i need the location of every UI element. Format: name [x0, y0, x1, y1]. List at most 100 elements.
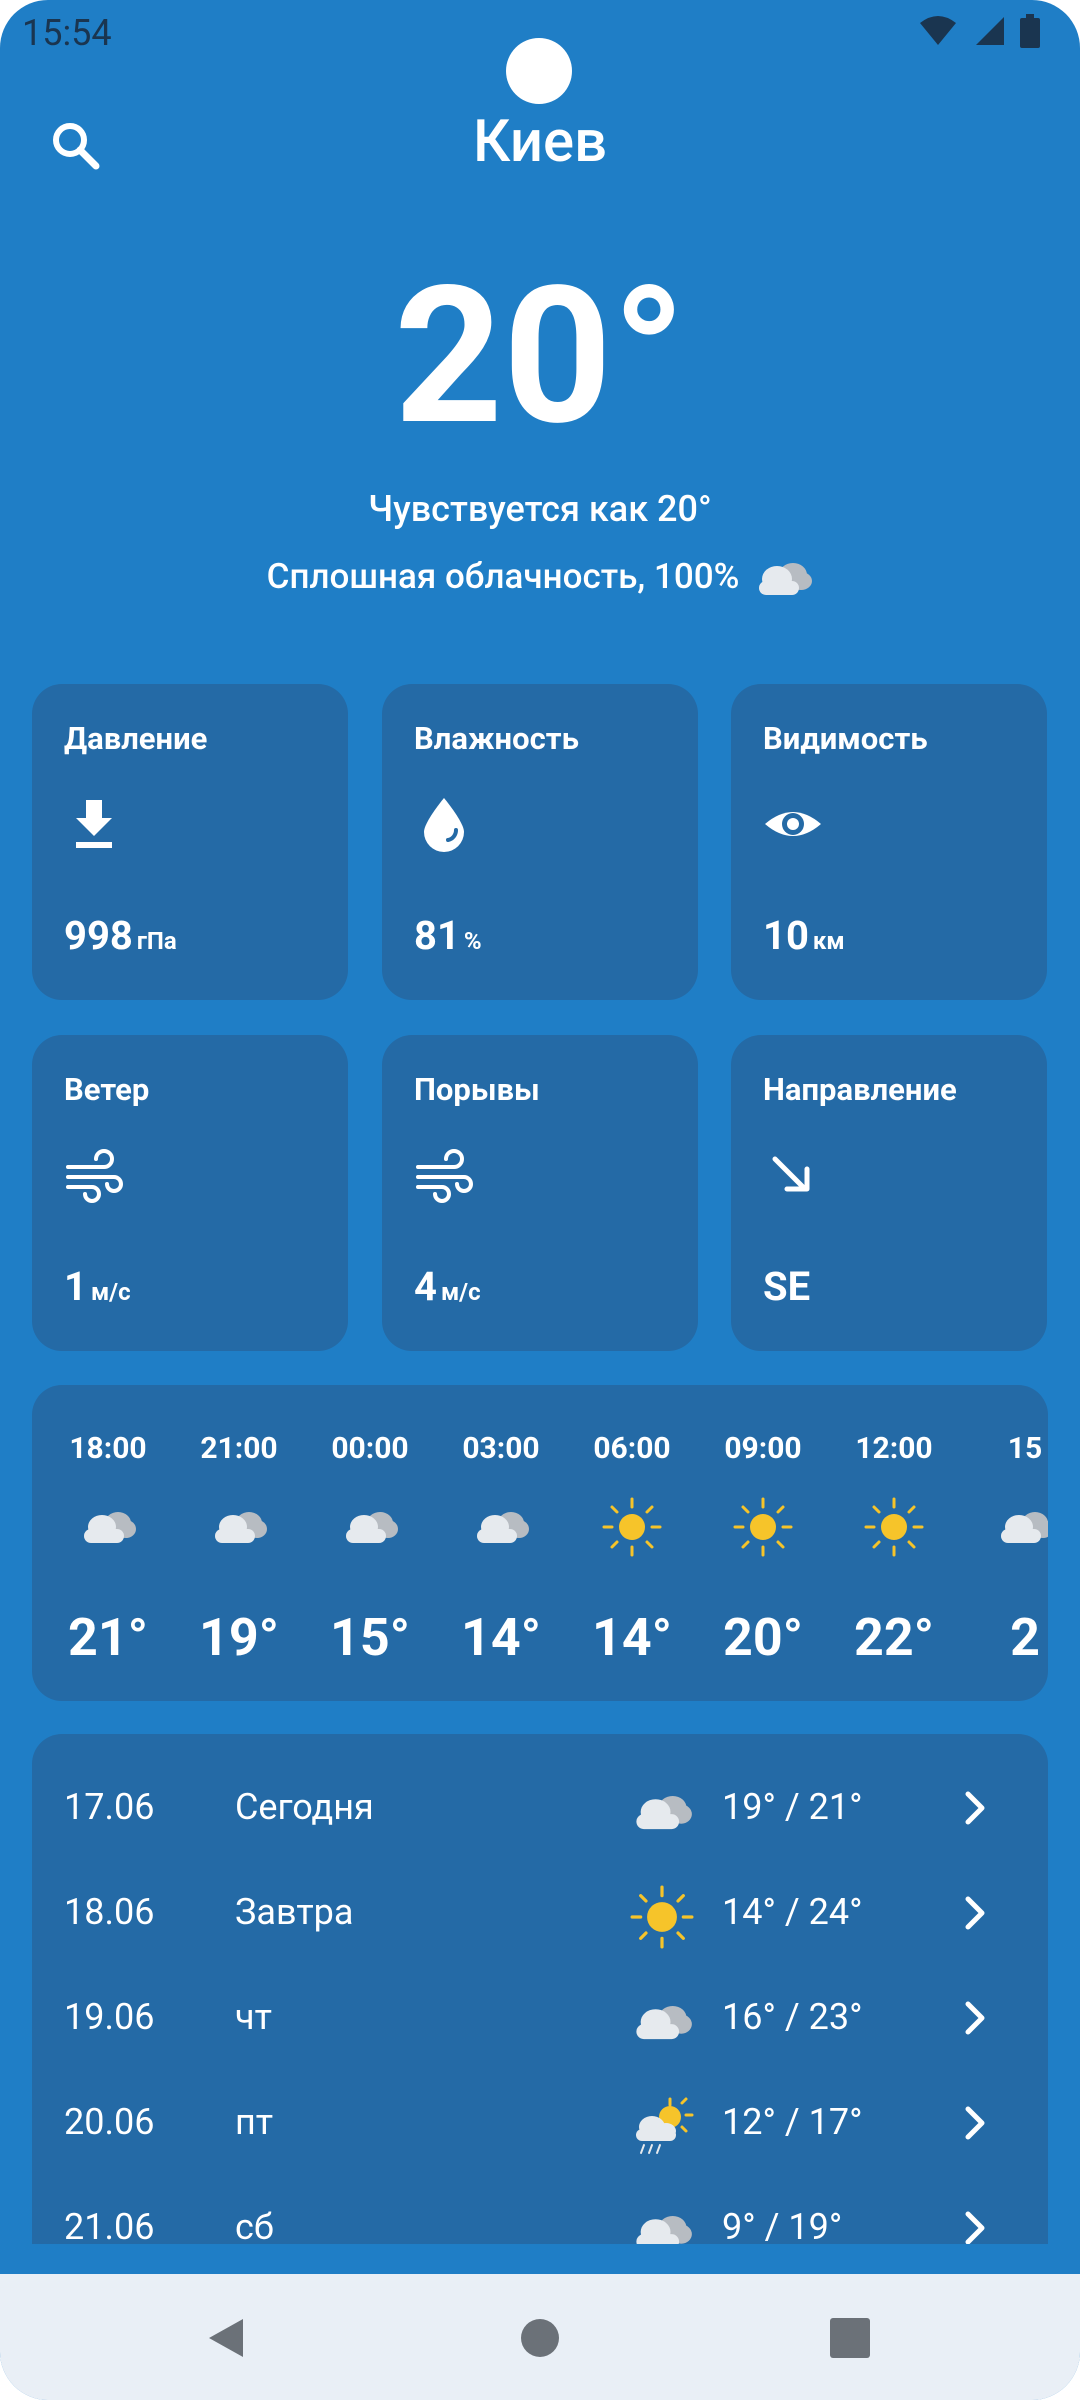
- day-temps: 16° / 23°: [722, 1996, 863, 2038]
- day-date: 21.06: [64, 2206, 155, 2244]
- current-temperature: 20°: [393, 246, 687, 468]
- hour-temp: 20°: [723, 1607, 803, 1668]
- cloudy-icon: [1001, 1512, 1048, 1543]
- feels-like: Чувствуется как 20°: [368, 488, 712, 530]
- card-gusts[interactable]: Порывы 4 м/с: [382, 1035, 698, 1351]
- chevron-right-icon[interactable]: [950, 1990, 1000, 2046]
- card-pressure[interactable]: Давление 998 гПа: [32, 684, 348, 1000]
- cloudy-icon: [636, 2216, 692, 2244]
- value-unit: м/с: [440, 1278, 481, 1306]
- weather-screen: 15:54 Киев 20° Чувствуется как 20° Сплош…: [0, 0, 1080, 2400]
- hour-time: 03:00: [462, 1431, 540, 1466]
- hour-temp: 2: [1010, 1607, 1040, 1668]
- hour-temp: 22°: [854, 1607, 934, 1668]
- card-value: 1 м/с: [64, 1263, 131, 1310]
- hourly-forecast[interactable]: 18:00 21° 21:00 19° 00:00 15° 03:00 14° …: [32, 1385, 1048, 1701]
- cloudy-icon: [636, 1796, 692, 1830]
- sunny-icon: [602, 1497, 662, 1557]
- pressure-icon: [76, 800, 112, 848]
- card-label: Видимость: [763, 720, 928, 757]
- nav-recents-button[interactable]: [820, 2308, 880, 2368]
- sun-rain-icon: [636, 2097, 694, 2154]
- sunny-icon: [630, 1885, 694, 1949]
- city-title: Киев: [472, 108, 608, 176]
- cloudy-icon: [84, 1512, 136, 1543]
- hour-time: 09:00: [724, 1431, 802, 1466]
- day-date: 17.06: [64, 1786, 155, 1828]
- hourly-item[interactable]: 12:00 22°: [834, 1385, 954, 1701]
- daily-row[interactable]: 21.06 сб 9° / 19°: [32, 2174, 1048, 2244]
- status-time: 15:54: [22, 12, 112, 54]
- hourly-item[interactable]: 09:00 20°: [703, 1385, 823, 1701]
- chevron-right-icon[interactable]: [950, 2200, 1000, 2244]
- daily-forecast[interactable]: 17.06 Сегодня 19° / 21° 18.06 Завтра 14°…: [32, 1734, 1048, 2244]
- card-value: 10 км: [763, 912, 845, 959]
- value-number: 10: [763, 912, 809, 959]
- card-label: Ветер: [64, 1071, 150, 1108]
- day-name: чт: [235, 1996, 272, 2038]
- navigation-bar: [0, 2274, 1080, 2400]
- hour-temp: 15°: [330, 1607, 410, 1668]
- home-icon: [521, 2319, 559, 2357]
- signal-icon: [976, 17, 1004, 45]
- day-name: Сегодня: [235, 1786, 374, 1828]
- chevron-right-icon[interactable]: [950, 1885, 1000, 1941]
- value-number: 81: [414, 912, 460, 959]
- day-temps: 12° / 17°: [722, 2101, 863, 2143]
- value-unit: м/с: [90, 1278, 131, 1306]
- card-value: SE: [763, 1263, 814, 1310]
- daily-row[interactable]: 20.06 пт 12° / 17°: [32, 2069, 1048, 2173]
- daily-row[interactable]: 18.06 Завтра 14° / 24°: [32, 1859, 1048, 1963]
- hour-temp: 14°: [592, 1607, 672, 1668]
- day-name: Завтра: [235, 1891, 354, 1933]
- value-unit: гПа: [136, 927, 177, 955]
- value-number: 4: [414, 1263, 437, 1310]
- visibility-icon: [765, 812, 821, 836]
- day-date: 19.06: [64, 1996, 155, 2038]
- hourly-item[interactable]: 00:00 15°: [310, 1385, 430, 1701]
- nav-home-button[interactable]: [510, 2308, 570, 2368]
- chevron-right-icon[interactable]: [950, 1780, 1000, 1836]
- card-visibility[interactable]: Видимость 10 км: [731, 684, 1047, 1000]
- hourly-item[interactable]: 15 2: [965, 1385, 1048, 1701]
- daily-row[interactable]: 17.06 Сегодня 19° / 21°: [32, 1754, 1048, 1858]
- hour-temp: 21°: [68, 1607, 148, 1668]
- card-humidity[interactable]: Влажность 81%: [382, 684, 698, 1000]
- cloudy-icon: [636, 2006, 692, 2040]
- status-icons: [918, 14, 1040, 48]
- day-name: сб: [235, 2206, 274, 2244]
- card-label: Направление: [763, 1071, 957, 1108]
- cloudy-icon: [759, 562, 813, 595]
- card-value: 998 гПа: [64, 912, 177, 959]
- recents-icon: [830, 2318, 870, 2358]
- card-wind[interactable]: Ветер 1 м/с: [32, 1035, 348, 1351]
- direction-arrow-icon: [772, 1156, 810, 1192]
- card-label: Влажность: [414, 720, 579, 757]
- chevron-right-icon[interactable]: [950, 2095, 1000, 2151]
- day-temps: 9° / 19°: [722, 2206, 843, 2244]
- value-number: SE: [763, 1263, 811, 1310]
- value-number: 998: [64, 912, 133, 959]
- day-date: 18.06: [64, 1891, 155, 1933]
- card-value: 81%: [414, 912, 482, 959]
- sunny-icon: [864, 1497, 924, 1557]
- hour-temp: 19°: [199, 1607, 279, 1668]
- nav-back-button[interactable]: [196, 2308, 256, 2368]
- hourly-item[interactable]: 18:00 21°: [48, 1385, 168, 1701]
- hourly-item[interactable]: 03:00 14°: [441, 1385, 561, 1701]
- daily-row[interactable]: 19.06 чт 16° / 23°: [32, 1964, 1048, 2068]
- hour-time: 00:00: [331, 1431, 409, 1466]
- card-value: 4 м/с: [414, 1263, 481, 1310]
- hour-time: 15: [1007, 1431, 1043, 1466]
- day-name: пт: [235, 2101, 274, 2143]
- hour-time: 18:00: [69, 1431, 147, 1466]
- hour-time: 21:00: [200, 1431, 278, 1466]
- hourly-item[interactable]: 06:00 14°: [572, 1385, 692, 1701]
- day-temps: 14° / 24°: [722, 1891, 863, 1933]
- value-unit: км: [812, 927, 845, 955]
- hourly-item[interactable]: 21:00 19°: [179, 1385, 299, 1701]
- day-temps: 19° / 21°: [722, 1786, 863, 1828]
- card-direction[interactable]: Направление SE: [731, 1035, 1047, 1351]
- card-label: Давление: [64, 720, 208, 757]
- day-date: 20.06: [64, 2101, 155, 2143]
